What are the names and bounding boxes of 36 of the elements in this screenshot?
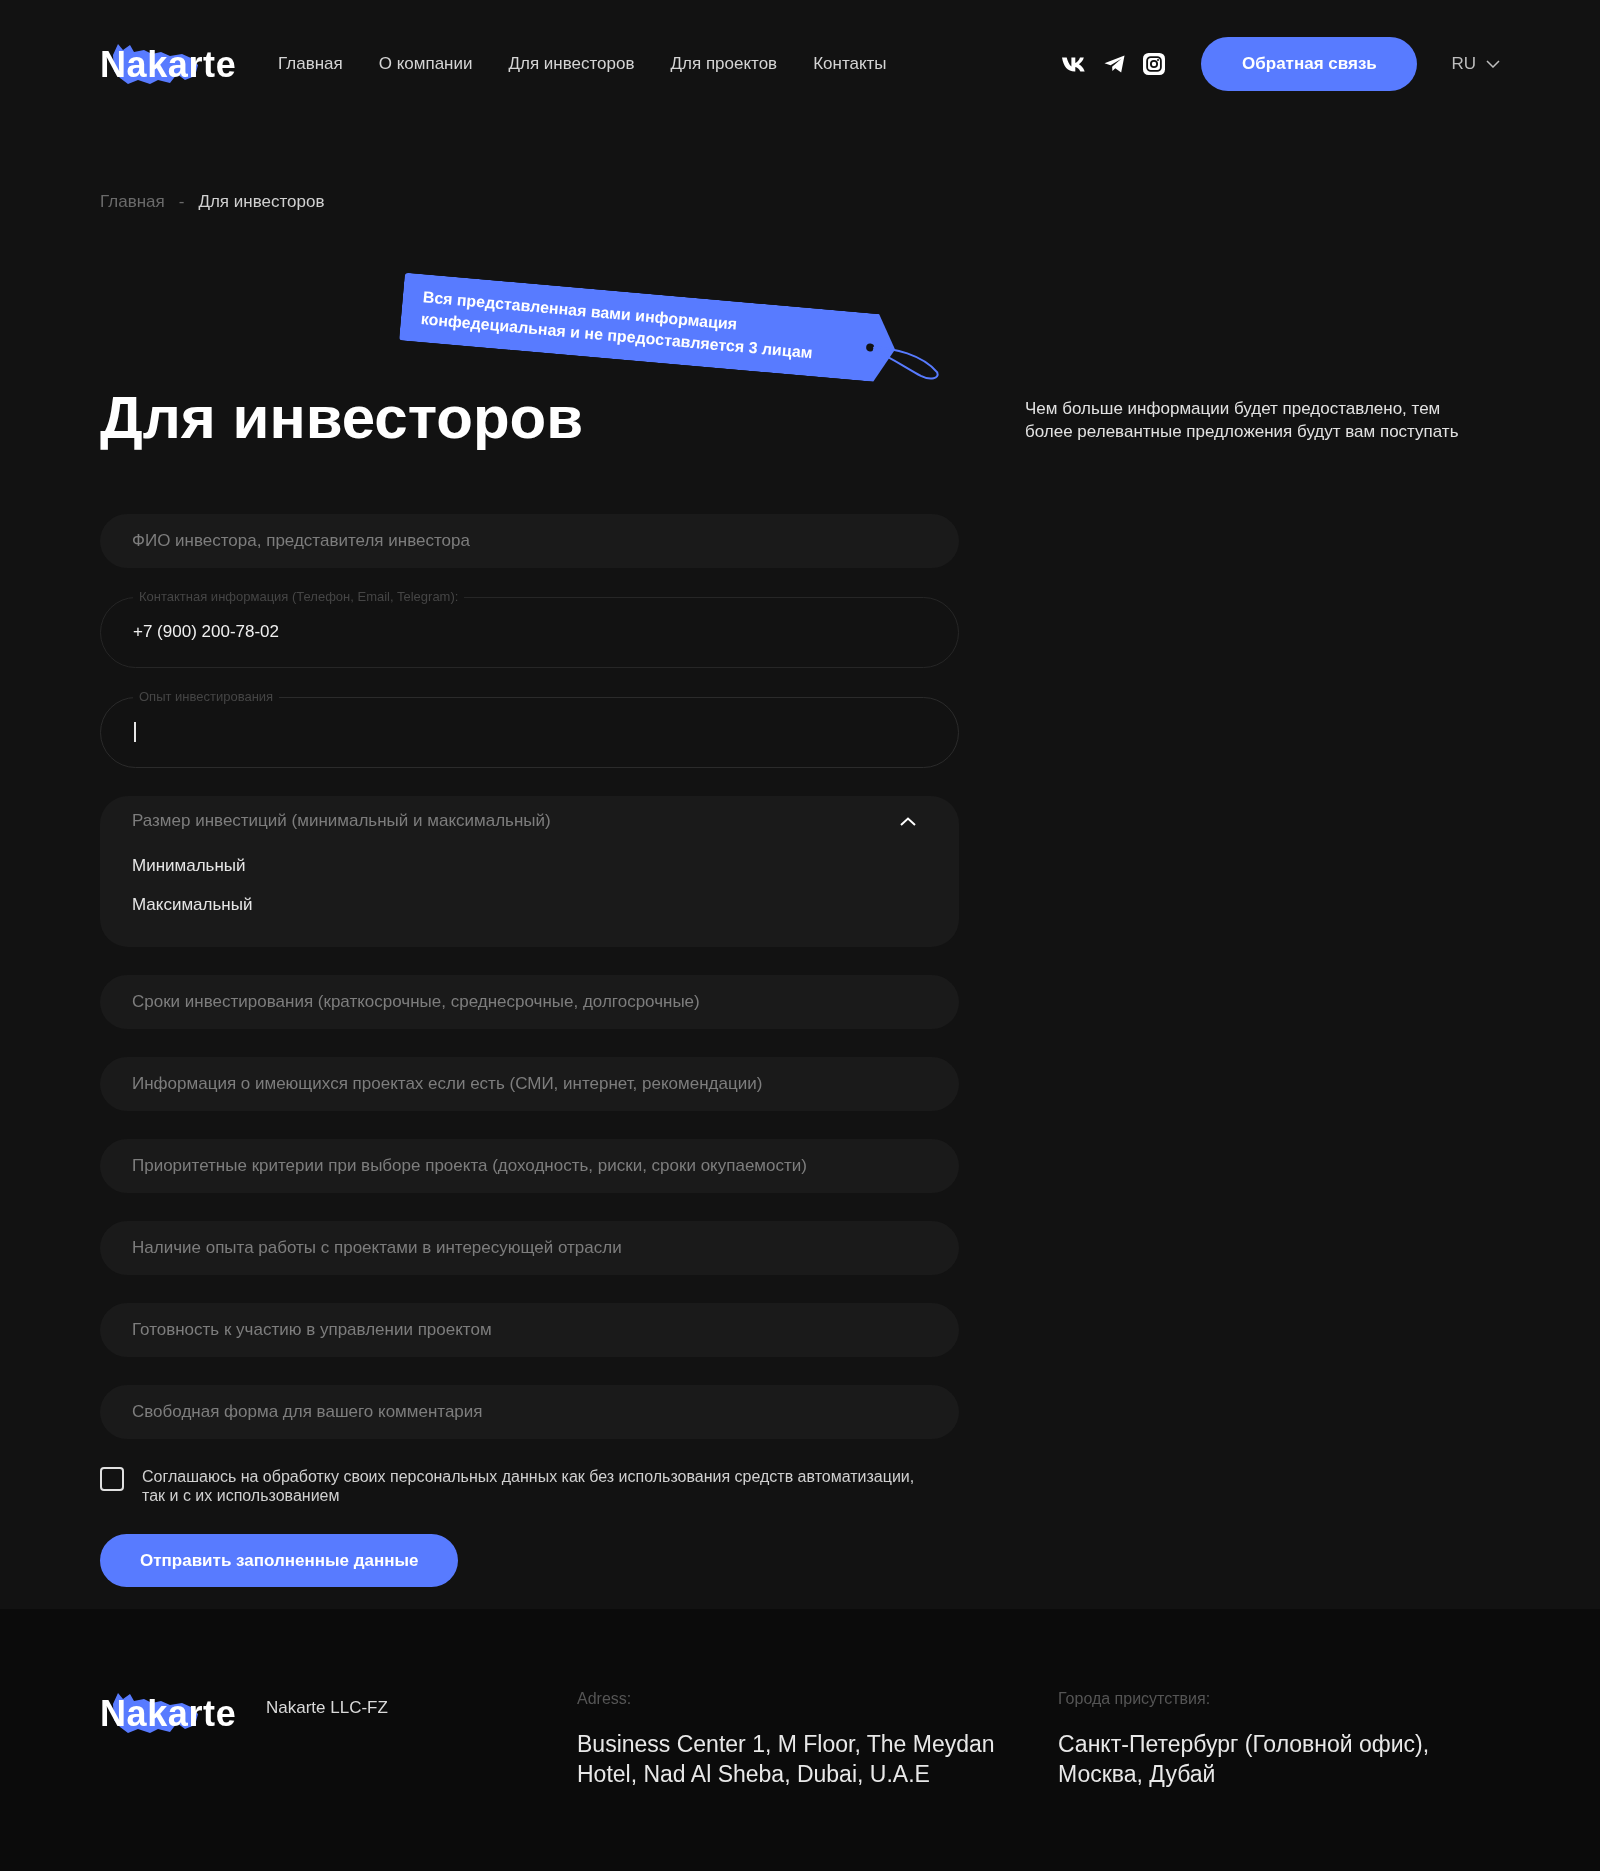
input-field[interactable]: ФИО инвестора, представителя инвестора	[100, 514, 959, 568]
nav-link[interactable]: Для инвесторов	[508, 54, 635, 74]
dropdown-option[interactable]: Максимальный	[100, 885, 959, 924]
cities-label: Города присутствия:	[1058, 1689, 1212, 1709]
input-field[interactable]: Наличие опыта работы с проектами в интересующей отрасли	[100, 1221, 959, 1275]
submit-button[interactable]: Отправить заполненные данные	[100, 1534, 459, 1587]
address-label: Adress:	[577, 1689, 633, 1709]
feedback-button[interactable]: Обратная связь	[1201, 37, 1418, 91]
cities-text: Санкт-Петербург (Головной офис), Москва, Дубай	[1058, 1730, 1431, 1789]
breadcrumb-item: Для инвесторов	[198, 191, 325, 213]
input-field[interactable]: Приоритетные критерии при выборе проекта (доходность, риски, сроки окупаемости)	[100, 1139, 959, 1193]
dropdown-toggle[interactable]: Размер инвестиций (минимальный и максимальный)	[100, 796, 959, 846]
breadcrumb-separator: -	[178, 191, 185, 213]
chevron-up-icon	[900, 816, 916, 826]
language-selector[interactable]: RU	[1451, 54, 1500, 74]
nav-link[interactable]: Главная	[278, 54, 343, 74]
company-name: Nakarte LLC-FZ	[266, 1698, 388, 1718]
chevron-down-icon	[1486, 60, 1500, 68]
checkbox[interactable]	[100, 1467, 124, 1491]
text-cursor-icon	[134, 722, 136, 742]
dropdown-option[interactable]: Минимальный	[100, 846, 959, 885]
address-text: Business Center 1, M Floor, The Meydan Hotel, Nad Al Sheba, Dubai, U.A.E	[577, 1730, 996, 1789]
tag-hole-icon	[865, 343, 875, 352]
input-field[interactable]: Свободная форма для вашего комментария	[100, 1385, 959, 1439]
side-note: Чем больше информации будет предоставлено, тем более релевантные предложения будут вам поступать	[1025, 398, 1460, 443]
paper-plane-icon[interactable]	[1104, 55, 1126, 73]
input-field[interactable]: Информация о имеющихся проектах если есть (СМИ, интернет, рекомендации)	[100, 1057, 959, 1111]
nav-link[interactable]: Для проектов	[670, 54, 778, 74]
nav-link[interactable]: Контакты	[813, 54, 887, 74]
input-field[interactable]: Сроки инвестирования (краткосрочные, среднесрочные, долгосрочные)	[100, 975, 959, 1029]
camera-icon[interactable]	[1143, 53, 1166, 75]
consent-text: Соглашаюсь на обработку своих персональных данных как без использования средств автоматизации, так и с их использованием	[142, 1467, 916, 1505]
page-title: Для инвесторов	[100, 385, 584, 451]
input-field[interactable]: Готовность к участию в управлении проектом	[100, 1303, 959, 1357]
vk-icon[interactable]	[1062, 56, 1087, 72]
nav-link[interactable]: О компании	[378, 54, 473, 74]
